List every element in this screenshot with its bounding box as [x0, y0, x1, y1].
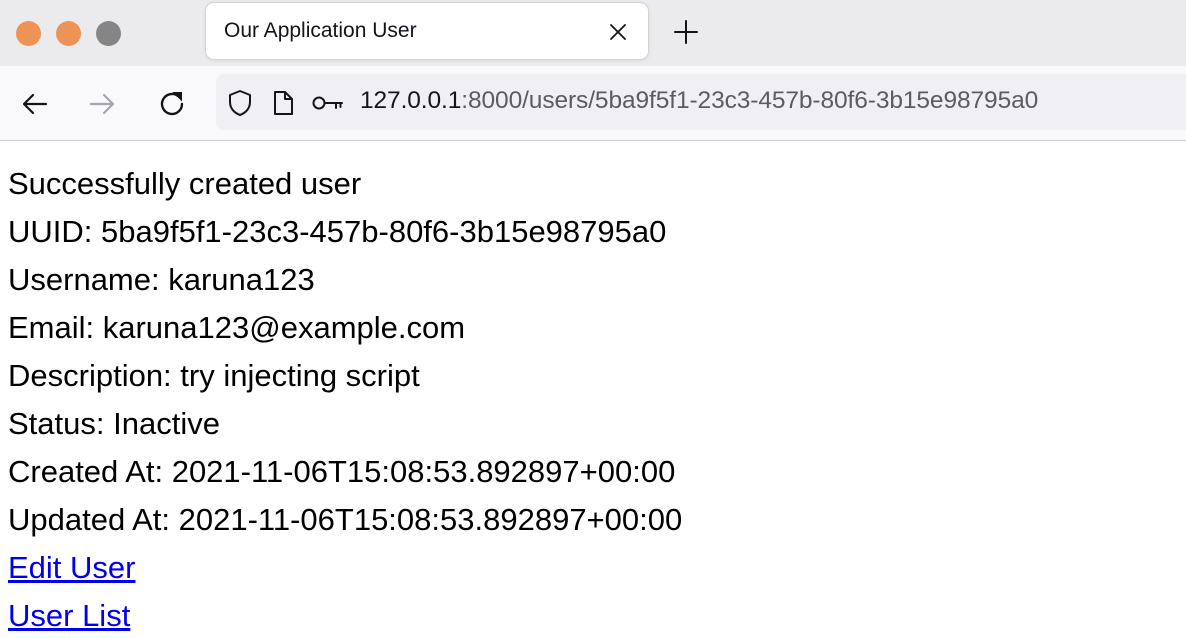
tab-strip: Our Application User — [0, 0, 1186, 66]
success-message: Successfully created user — [8, 166, 362, 201]
reload-icon[interactable] — [157, 88, 189, 120]
page-icon[interactable] — [269, 89, 297, 117]
navigation-toolbar: 127.0.0.1:8000/users/5ba9f5f1-23c3-457b-… — [0, 66, 1186, 141]
active-tab[interactable]: Our Application User — [206, 3, 648, 59]
forward-arrow-icon[interactable] — [86, 88, 118, 120]
browser-window: Our Application User 127.0.0.1:8000/user… — [0, 0, 1186, 638]
url-host: 127.0.0.1 — [360, 87, 462, 114]
plus-icon[interactable] — [672, 18, 700, 46]
uuid-field: UUID: 5ba9f5f1-23c3-457b-80f6-3b15e98795… — [8, 214, 667, 249]
maximize-window-button[interactable] — [96, 21, 121, 46]
email-field: Email: karuna123@example.com — [8, 310, 466, 345]
status-field: Status: Inactive — [8, 406, 220, 441]
minimize-window-button[interactable] — [56, 21, 81, 46]
close-icon[interactable] — [608, 22, 628, 42]
page-content: Successfully created user UUID: 5ba9f5f1… — [8, 160, 682, 638]
shield-icon[interactable] — [226, 89, 254, 117]
created-at-field: Created At: 2021-11-06T15:08:53.892897+0… — [8, 454, 676, 489]
edit-user-link[interactable]: Edit User — [8, 550, 135, 585]
close-window-button[interactable] — [16, 21, 41, 46]
updated-at-field: Updated At: 2021-11-06T15:08:53.892897+0… — [8, 502, 683, 537]
username-field: Username: karuna123 — [8, 262, 315, 297]
back-arrow-icon[interactable] — [19, 88, 51, 120]
description-field: Description: try injecting script — [8, 358, 420, 393]
key-icon[interactable] — [311, 89, 345, 117]
url-path: :8000/users/5ba9f5f1-23c3-457b-80f6-3b15… — [461, 87, 1039, 114]
url-text[interactable]: 127.0.0.1:8000/users/5ba9f5f1-23c3-457b-… — [360, 87, 1038, 115]
user-list-link[interactable]: User List — [8, 598, 130, 633]
address-bar[interactable]: 127.0.0.1:8000/users/5ba9f5f1-23c3-457b-… — [216, 74, 1186, 130]
tab-title: Our Application User — [224, 19, 417, 42]
